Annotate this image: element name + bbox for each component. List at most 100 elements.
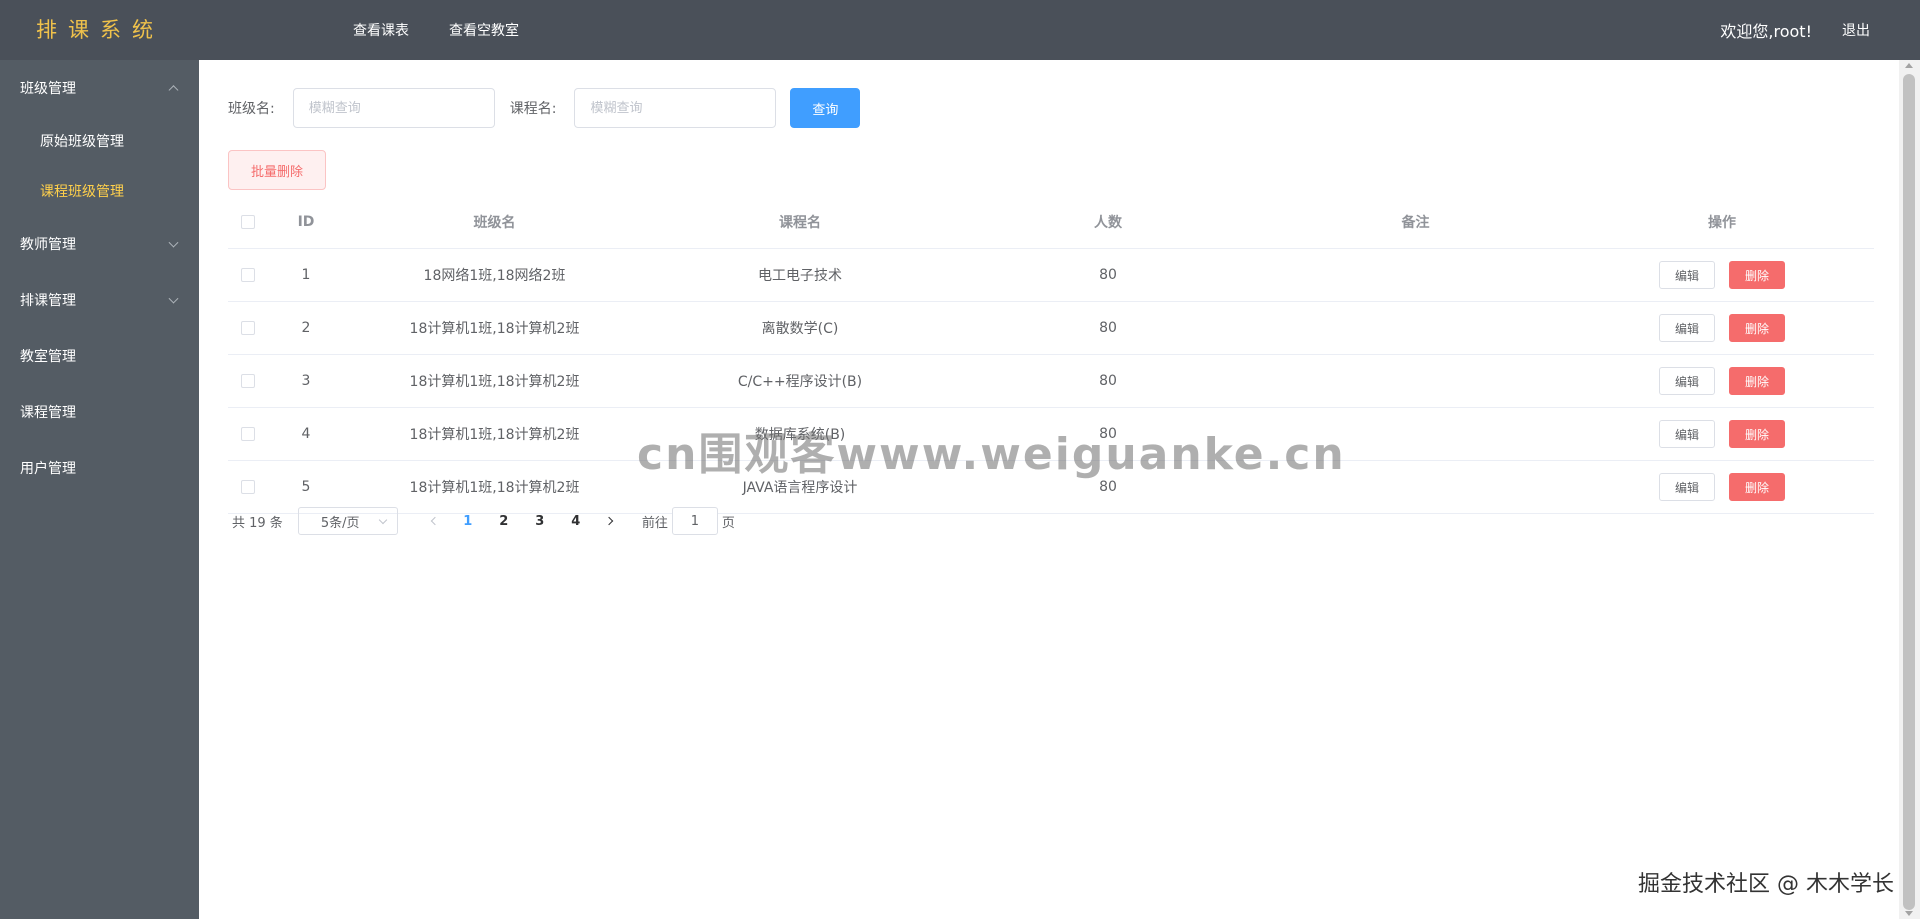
- sidebar-item-label: 班级管理: [20, 81, 76, 97]
- row-checkbox[interactable]: [241, 268, 255, 282]
- vertical-scrollbar[interactable]: [1899, 60, 1920, 919]
- top-nav: 查看课表 查看空教室: [353, 0, 559, 60]
- cell-class: 18计算机1班,18计算机2班: [409, 321, 580, 337]
- cell-course: 电工电子技术: [758, 268, 842, 284]
- pagination: 共 19 条 5条/页 1 2 3 4 前往 页: [232, 507, 735, 535]
- chevron-down-icon: [168, 293, 179, 304]
- logout-link[interactable]: 退出: [1842, 20, 1870, 40]
- table-row: 2 18计算机1班,18计算机2班 离散数学(C) 80 编辑 删除: [228, 302, 1874, 355]
- cell-id: 4: [301, 426, 311, 442]
- batch-delete-button[interactable]: 批量删除: [228, 150, 326, 190]
- sidebar-item-classroom-management[interactable]: 教室管理: [0, 328, 199, 384]
- column-header-id: ID: [297, 213, 315, 230]
- class-name-input[interactable]: [292, 88, 495, 128]
- row-checkbox[interactable]: [241, 374, 255, 388]
- page-size-value: 5条/页: [320, 515, 360, 531]
- welcome-text: 欢迎您,root!: [1720, 22, 1812, 41]
- row-checkbox[interactable]: [241, 321, 255, 335]
- edit-button[interactable]: 编辑: [1659, 420, 1715, 448]
- page-number-3[interactable]: 3: [522, 507, 558, 535]
- cell-count: 80: [1099, 373, 1117, 389]
- sidebar-item-user-management[interactable]: 用户管理: [0, 440, 199, 496]
- edit-button[interactable]: 编辑: [1659, 367, 1715, 395]
- delete-button[interactable]: 删除: [1729, 314, 1785, 342]
- watermark-text: cn围观客www.weiguanke.cn: [637, 429, 1346, 480]
- cell-class: 18计算机1班,18计算机2班: [409, 374, 580, 390]
- nav-view-schedule[interactable]: 查看课表: [353, 20, 409, 40]
- page-number-4[interactable]: 4: [558, 507, 594, 535]
- scroll-thumb[interactable]: [1903, 74, 1915, 910]
- nav-view-empty-classroom[interactable]: 查看空教室: [449, 20, 519, 40]
- table-row: 1 18网络1班,18网络2班 电工电子技术 80 编辑 删除: [228, 249, 1874, 302]
- cell-actions: 编辑 删除: [1570, 473, 1874, 501]
- sidebar: 班级管理 原始班级管理 课程班级管理 教师管理 排课管理 教室管理 课程管理 用…: [0, 60, 199, 919]
- edit-button[interactable]: 编辑: [1659, 473, 1715, 501]
- sidebar-item-label: 排课管理: [20, 293, 76, 309]
- delete-button[interactable]: 删除: [1729, 473, 1785, 501]
- search-button[interactable]: 查询: [790, 88, 861, 128]
- page-number-2[interactable]: 2: [486, 507, 522, 535]
- delete-button[interactable]: 删除: [1729, 367, 1785, 395]
- goto-page-input[interactable]: [671, 507, 718, 535]
- sidebar-item-label: 教师管理: [20, 237, 76, 253]
- column-header-course: 课程名: [779, 214, 821, 231]
- sidebar-item-original-class[interactable]: 原始班级管理: [0, 116, 199, 166]
- pagination-total: 共 19 条: [232, 515, 283, 531]
- header-checkbox-cell: [228, 214, 268, 229]
- cell-actions: 编辑 删除: [1570, 367, 1874, 395]
- class-name-label: 班级名:: [228, 101, 275, 117]
- cell-class: 18计算机1班,18计算机2班: [409, 427, 580, 443]
- next-page-button[interactable]: [594, 507, 624, 535]
- main-content: 班级名: 课程名: 查询 批量删除 ID 班级名 课程名 人数 备注 操作 1 …: [199, 60, 1899, 919]
- cell-id: 1: [301, 267, 311, 283]
- cell-actions: 编辑 删除: [1570, 314, 1874, 342]
- footer-watermark: 掘金技术社区 @ 木木学长: [1638, 872, 1894, 897]
- column-header-count: 人数: [1094, 214, 1122, 231]
- edit-button[interactable]: 编辑: [1659, 314, 1715, 342]
- table-header-row: ID 班级名 课程名 人数 备注 操作: [228, 195, 1874, 249]
- prev-page-button[interactable]: [420, 507, 450, 535]
- cell-course: 离散数学(C): [761, 321, 839, 337]
- scroll-down-arrow-icon[interactable]: [1905, 911, 1913, 916]
- column-header-class: 班级名: [473, 214, 516, 231]
- chevron-down-icon: [378, 515, 388, 525]
- sidebar-item-label: 用户管理: [20, 461, 76, 477]
- submenu-class-management: 原始班级管理 课程班级管理: [0, 116, 199, 216]
- edit-button[interactable]: 编辑: [1659, 261, 1715, 289]
- sidebar-item-course-management[interactable]: 课程管理: [0, 384, 199, 440]
- cell-id: 3: [301, 373, 311, 389]
- course-name-input[interactable]: [574, 88, 777, 128]
- goto-suffix: 页: [721, 515, 735, 531]
- chevron-down-icon: [168, 237, 179, 248]
- chevron-left-icon: [430, 516, 440, 526]
- top-header: 排课系统 查看课表 查看空教室 欢迎您,root! 退出: [0, 0, 1920, 60]
- page-jumper: 前往 页: [642, 507, 735, 535]
- header-user-area: 欢迎您,root! 退出: [1720, 0, 1870, 60]
- delete-button[interactable]: 删除: [1729, 420, 1785, 448]
- sidebar-item-teacher-management[interactable]: 教师管理: [0, 216, 199, 272]
- course-name-label: 课程名:: [509, 101, 557, 117]
- sidebar-item-course-class[interactable]: 课程班级管理: [0, 166, 199, 216]
- cell-id: 2: [301, 320, 311, 336]
- row-checkbox[interactable]: [241, 480, 255, 494]
- row-checkbox[interactable]: [241, 427, 255, 441]
- column-header-note: 备注: [1401, 214, 1430, 231]
- brand-title: 排课系统: [36, 18, 164, 42]
- select-all-checkbox[interactable]: [241, 214, 255, 229]
- page-size-select[interactable]: 5条/页: [297, 507, 398, 535]
- search-form: 班级名: 课程名: 查询: [228, 88, 861, 128]
- chevron-up-icon: [168, 85, 179, 96]
- cell-class: 18计算机1班,18计算机2班: [409, 480, 580, 496]
- sidebar-item-schedule-management[interactable]: 排课管理: [0, 272, 199, 328]
- column-header-actions: 操作: [1708, 214, 1736, 231]
- delete-button[interactable]: 删除: [1729, 261, 1785, 289]
- cell-class: 18网络1班,18网络2班: [423, 268, 566, 284]
- sidebar-item-label: 课程管理: [20, 405, 76, 421]
- cell-count: 80: [1099, 320, 1117, 336]
- page-number-1[interactable]: 1: [450, 507, 486, 535]
- cell-course: C/C++程序设计(B): [737, 374, 863, 390]
- sidebar-item-class-management[interactable]: 班级管理: [0, 60, 199, 116]
- cell-actions: 编辑 删除: [1570, 420, 1874, 448]
- scroll-up-arrow-icon[interactable]: [1905, 63, 1913, 68]
- goto-prefix: 前往: [641, 515, 668, 531]
